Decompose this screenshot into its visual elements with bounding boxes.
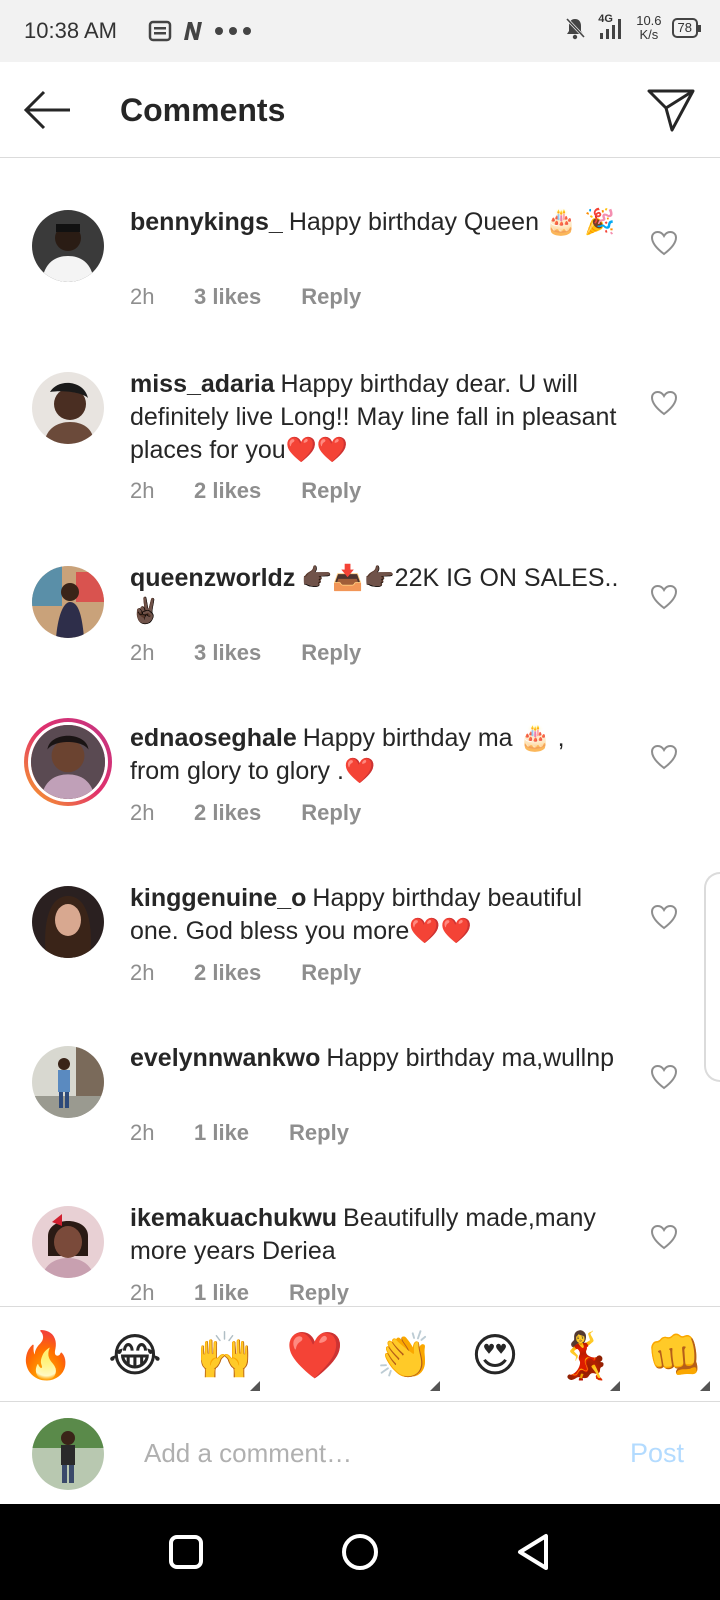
- emoji-raised-hands-button[interactable]: 🙌: [195, 1329, 255, 1381]
- battery-indicator: 78: [671, 18, 702, 38]
- status-right: 4G 10.6 K/s 78: [564, 13, 702, 42]
- comment-meta: 2h 2 likes Reply: [130, 960, 361, 986]
- square-icon[interactable]: [164, 1530, 208, 1574]
- avatar[interactable]: [32, 886, 104, 958]
- emoji-heart-button[interactable]: ❤️: [285, 1329, 345, 1381]
- header: Comments: [0, 62, 720, 158]
- network-speed: 10.6 K/s: [636, 14, 661, 42]
- emoji-dancer-button[interactable]: 💃: [555, 1329, 615, 1381]
- comment-time: 2h: [130, 800, 155, 825]
- heart-outline-icon[interactable]: [650, 904, 678, 930]
- comment-username[interactable]: ednaoseghale: [130, 724, 297, 752]
- current-user-avatar: [32, 1418, 104, 1490]
- avatar[interactable]: [32, 372, 104, 444]
- comment-meta: 2h 1 like Reply: [130, 1120, 349, 1146]
- status-bar: 10:38 AM 4G 10.6 K/s 78: [0, 0, 720, 62]
- comment-time: 2h: [130, 1280, 155, 1305]
- page-title: Comments: [120, 92, 286, 128]
- comment-time: 2h: [130, 478, 155, 503]
- reply-button[interactable]: Reply: [301, 640, 361, 666]
- comment-composer: Post: [0, 1402, 720, 1504]
- emoji-variants-indicator: [250, 1381, 260, 1391]
- signal-icon: 4G: [596, 13, 626, 41]
- comment-username[interactable]: kinggenuine_o: [130, 884, 306, 912]
- comment-meta: 2h 3 likes Reply: [130, 284, 361, 310]
- heart-outline-icon[interactable]: [650, 230, 678, 256]
- comment-username[interactable]: bennykings_: [130, 208, 283, 236]
- comment-username[interactable]: queenzworldz: [130, 564, 295, 592]
- emoji-fire-button[interactable]: 🔥: [16, 1329, 76, 1381]
- comment-message: Happy birthday ma,wullnp: [326, 1044, 615, 1072]
- reply-button[interactable]: Reply: [301, 960, 361, 986]
- avatar: [28, 722, 108, 802]
- comment-username[interactable]: ikemakuachukwu: [130, 1204, 337, 1232]
- comment-text: kinggenuine_o Happy birthday beautiful on…: [130, 882, 620, 948]
- heart-outline-icon[interactable]: [650, 584, 678, 610]
- comment-likes[interactable]: 3 likes: [194, 284, 261, 310]
- comment-time: 2h: [130, 1120, 155, 1145]
- comment-text: ednaoseghale Happy birthday ma 🎂 , from g…: [130, 722, 620, 788]
- comment-username[interactable]: evelynnwankwo: [130, 1044, 320, 1072]
- reply-button[interactable]: Reply: [301, 800, 361, 826]
- comment-time: 2h: [130, 284, 155, 309]
- comment-text: ikemakuachukwu Beautifully made,many more…: [130, 1202, 620, 1268]
- avatar[interactable]: [32, 566, 104, 638]
- heart-outline-icon[interactable]: [650, 390, 678, 416]
- comment-meta: 2h 3 likes Reply: [130, 640, 361, 666]
- emoji-fist-button[interactable]: 👊: [645, 1329, 705, 1381]
- comment-likes[interactable]: 2 likes: [194, 478, 261, 504]
- status-time: 10:38 AM: [24, 18, 117, 43]
- avatar[interactable]: [32, 1046, 104, 1118]
- emoji-variants-indicator: [610, 1381, 620, 1391]
- heart-outline-icon[interactable]: [650, 744, 678, 770]
- n-app-icon: [184, 22, 202, 40]
- comment-likes[interactable]: 2 likes: [194, 960, 261, 986]
- emoji-variants-indicator: [430, 1381, 440, 1391]
- quick-emoji-bar: 🔥 😂 🙌 ❤️ 👏 😍 💃 👊: [0, 1306, 720, 1402]
- emoji-clap-button[interactable]: 👏: [375, 1329, 435, 1381]
- emoji-heart-eyes-button[interactable]: 😍: [465, 1329, 525, 1381]
- back-arrow-icon[interactable]: [22, 88, 74, 132]
- comment-message: Happy birthday Queen 🎂 🎉: [288, 208, 616, 236]
- reply-button[interactable]: Reply: [289, 1120, 349, 1146]
- speed-value: 10.6: [636, 13, 662, 28]
- reply-button[interactable]: Reply: [289, 1280, 349, 1306]
- comment-time: 2h: [130, 640, 155, 665]
- heart-outline-icon[interactable]: [650, 1224, 678, 1250]
- emoji-laugh-button[interactable]: 😂: [105, 1329, 165, 1381]
- comment-username[interactable]: miss_adaria: [130, 370, 275, 398]
- comment-text: miss_adaria Happy birthday dear. U will d…: [130, 368, 620, 467]
- paper-plane-icon[interactable]: [646, 86, 696, 134]
- triangle-back-icon[interactable]: [512, 1530, 556, 1574]
- comment-time: 2h: [130, 960, 155, 985]
- notification-icons: [148, 20, 254, 42]
- emoji-variants-indicator: [700, 1381, 710, 1391]
- reply-button[interactable]: Reply: [301, 478, 361, 504]
- mute-bell-icon: [566, 17, 586, 40]
- news-app-icon: [148, 20, 172, 42]
- reply-button[interactable]: Reply: [301, 284, 361, 310]
- comment-meta: 2h 1 like Reply: [130, 1280, 349, 1306]
- comment-meta: 2h 2 likes Reply: [130, 478, 361, 504]
- heart-outline-icon[interactable]: [650, 1064, 678, 1090]
- post-button[interactable]: Post: [630, 1438, 684, 1469]
- side-panel-handle[interactable]: [704, 872, 720, 1082]
- avatar[interactable]: [32, 1206, 104, 1278]
- system-nav-bar: [0, 1504, 720, 1600]
- avatar[interactable]: [32, 210, 104, 282]
- comment-likes[interactable]: 1 like: [194, 1120, 249, 1146]
- comment-likes[interactable]: 1 like: [194, 1280, 249, 1306]
- comment-likes[interactable]: 2 likes: [194, 800, 261, 826]
- avatar-story-ring[interactable]: [24, 718, 112, 806]
- comment-likes[interactable]: 3 likes: [194, 640, 261, 666]
- comment-input[interactable]: [144, 1428, 584, 1478]
- comments-list[interactable]: bennykings_ Happy birthday Queen 🎂 🎉 2h 3…: [0, 158, 720, 1306]
- more-notifications-icon: [215, 27, 251, 35]
- speed-unit: K/s: [639, 27, 659, 42]
- comment-text: evelynnwankwo Happy birthday ma,wullnp: [130, 1042, 620, 1075]
- comment-text: bennykings_ Happy birthday Queen 🎂 🎉: [130, 206, 620, 239]
- circle-icon[interactable]: [338, 1530, 382, 1574]
- comment-meta: 2h 2 likes Reply: [130, 800, 361, 826]
- comment-text: queenzworldz 👉🏿📥👉🏿22K IG ON SALES..✌🏿: [130, 562, 620, 628]
